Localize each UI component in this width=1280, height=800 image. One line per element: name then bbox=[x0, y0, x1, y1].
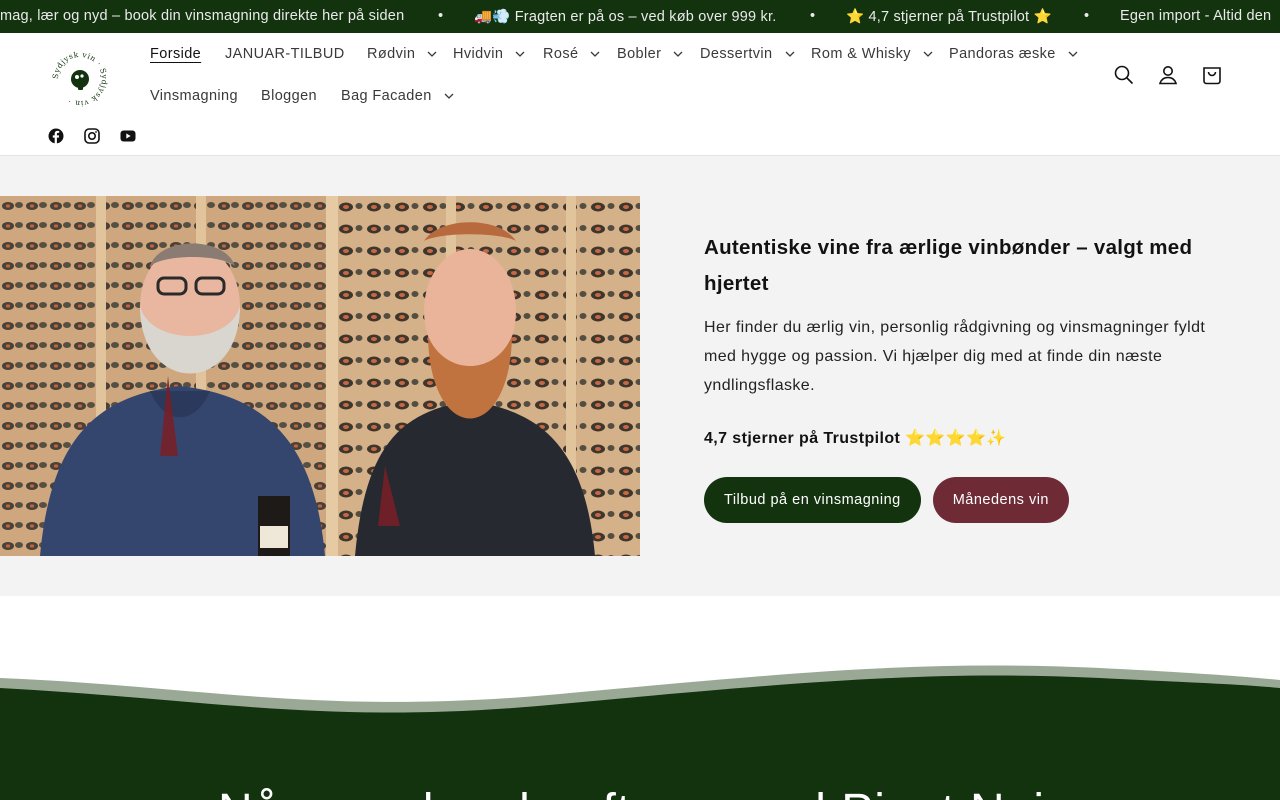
nav-label: Hvidvin bbox=[453, 46, 504, 62]
wave-divider bbox=[0, 665, 1280, 800]
nav-item-vinsmagning[interactable]: Vinsmagning bbox=[150, 88, 238, 104]
nav-label: Rom & Whisky bbox=[811, 46, 911, 62]
wine-tasting-offer-button[interactable]: Tilbud på en vinsmagning bbox=[704, 477, 921, 523]
announcement-item[interactable]: 🚚💨 Fragten er på os – ved køb over 999 k… bbox=[474, 8, 776, 25]
hero-image bbox=[0, 196, 640, 556]
nav-item-januar-tilbud[interactable]: JANUAR-TILBUD bbox=[225, 46, 345, 62]
nav-label: JANUAR-TILBUD bbox=[225, 46, 345, 62]
nav-item-dessertvin[interactable]: Dessertvin bbox=[700, 46, 795, 62]
nav-label: Vinsmagning bbox=[150, 88, 238, 104]
announcement-separator: • bbox=[1084, 8, 1090, 24]
nav-label: Rødvin bbox=[367, 46, 416, 62]
nav-label: Rosé bbox=[543, 46, 579, 62]
chevron-down-icon bbox=[427, 51, 437, 57]
site-logo[interactable]: Sydjysk vin · Sydjysk vin · bbox=[51, 50, 109, 108]
nav-item-hvidvin[interactable]: Hvidvin bbox=[453, 46, 525, 62]
nav-label: Bloggen bbox=[261, 88, 318, 104]
nav-label: Dessertvin bbox=[700, 46, 773, 62]
chevron-down-icon bbox=[515, 51, 525, 57]
hero-banner: Autentiske vine fra ærlige vinbønder – v… bbox=[0, 156, 1280, 596]
chevron-down-icon bbox=[444, 93, 454, 99]
logo-mark-icon: Sydjysk vin · Sydjysk vin · bbox=[51, 50, 109, 108]
nav-label: Bobler bbox=[617, 46, 662, 62]
nav-item-forside[interactable]: Forside bbox=[150, 46, 201, 62]
nav-label: Forside bbox=[150, 46, 202, 62]
site-header: Sydjysk vin · Sydjysk vin · Forside JANU… bbox=[0, 33, 1280, 156]
nav-item-roedvin[interactable]: Rødvin bbox=[367, 46, 437, 62]
hero-buttons: Tilbud på en vinsmagning Månedens vin bbox=[704, 477, 1069, 523]
chevron-down-icon bbox=[590, 51, 600, 57]
nav-item-pandoras-aeske[interactable]: Pandoras æske bbox=[949, 46, 1078, 62]
cart-icon[interactable] bbox=[1200, 63, 1224, 87]
announcement-item[interactable]: Egen import - Altid den bbox=[1120, 8, 1271, 24]
nav-item-rose[interactable]: Rosé bbox=[543, 46, 600, 62]
nav-item-rom-whisky[interactable]: Rom & Whisky bbox=[811, 46, 933, 62]
announcement-item[interactable]: mag, lær og nyd – book din vinsmagning d… bbox=[0, 8, 404, 24]
account-icon[interactable] bbox=[1156, 63, 1180, 87]
announcement-separator: • bbox=[438, 8, 444, 24]
search-icon[interactable] bbox=[1112, 63, 1136, 87]
facebook-icon[interactable] bbox=[48, 128, 64, 144]
wave-divider-section: Nå ... og hvad ... fta ... med Pinot Noi… bbox=[0, 596, 1280, 800]
youtube-icon[interactable] bbox=[120, 128, 136, 144]
nav-item-bag-facaden[interactable]: Bag Facaden bbox=[341, 88, 454, 104]
wine-of-the-month-button[interactable]: Månedens vin bbox=[932, 477, 1069, 523]
instagram-icon[interactable] bbox=[84, 128, 100, 144]
hero-title: Autentiske vine fra ærlige vinbønder – v… bbox=[704, 236, 1193, 295]
announcement-item[interactable]: ⭐ 4,7 stjerner på Trustpilot ⭐ bbox=[846, 8, 1052, 25]
hero-description: Her finder du ærlig vin, personlig rådgi… bbox=[704, 319, 1206, 394]
announcement-separator: • bbox=[810, 8, 816, 24]
section-heading: Nå ... og hvad ... fta ... med Pinot Noi… bbox=[0, 784, 1280, 800]
nav-label: Pandoras æske bbox=[949, 46, 1056, 62]
chevron-down-icon bbox=[923, 51, 933, 57]
nav-item-bobler[interactable]: Bobler bbox=[617, 46, 683, 62]
announcement-bar: mag, lær og nyd – book din vinsmagning d… bbox=[0, 0, 1280, 33]
nav-label: Bag Facaden bbox=[341, 88, 432, 104]
chevron-down-icon bbox=[785, 51, 794, 57]
chevron-down-icon bbox=[673, 51, 683, 57]
chevron-down-icon bbox=[1068, 51, 1078, 57]
nav-item-bloggen[interactable]: Bloggen bbox=[261, 88, 317, 104]
hero-content: Autentiske vine fra ærlige vinbønder – v… bbox=[704, 230, 1224, 448]
trustpilot-rating: 4,7 stjerner på Trustpilot ⭐⭐⭐⭐✨ bbox=[704, 430, 1007, 447]
